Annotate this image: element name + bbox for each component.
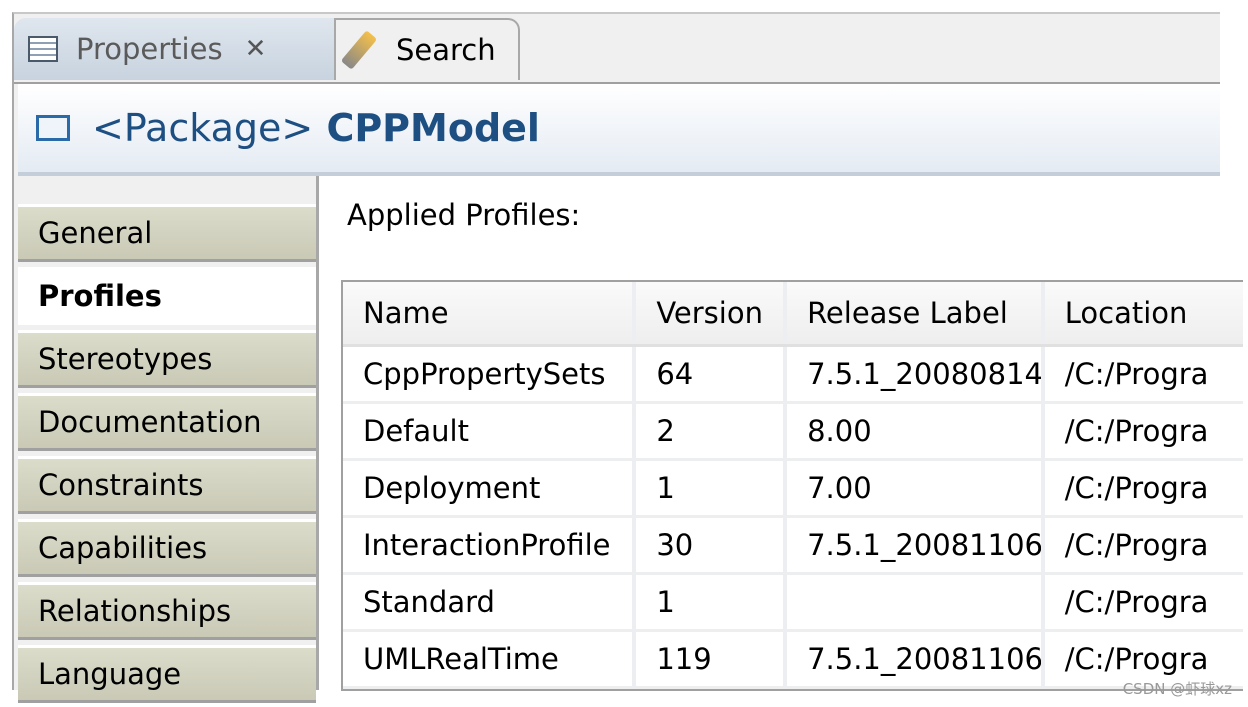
table-row[interactable]: InteractionProfile 30 7.5.1_20081106/C:/Pr… — [343, 518, 1243, 575]
cell-name: UMLRealTime — [343, 632, 637, 686]
sidebar-item-label: Constraints — [38, 468, 204, 502]
cell-version: 119 — [636, 632, 788, 686]
sidebar-item-profiles[interactable]: Profiles — [18, 267, 316, 325]
sidebar-item-label: Language — [38, 657, 182, 691]
column-header-version[interactable]: Version — [636, 282, 788, 344]
cell-name: Default — [343, 404, 637, 458]
sidebar-item-label: Stereotypes — [38, 342, 213, 376]
sidebar-item-label: Documentation — [38, 405, 262, 439]
cell-version: 1 — [636, 575, 788, 629]
table-row[interactable]: UMLRealTime 119 7.5.1_20081106/C:/Progra — [343, 632, 1243, 689]
cell-release-label: 7.5.1_20081106 — [787, 518, 1045, 572]
profiles-panel: Applied Profiles: Name Version Release L… — [319, 176, 1243, 691]
tab-label: Search — [396, 33, 496, 67]
applied-profiles-table[interactable]: Name Version Release Label Location CppP… — [341, 280, 1243, 691]
cell-name: InteractionProfile — [343, 518, 637, 572]
cell-name: CppPropertySets — [343, 347, 637, 401]
cell-location: /C:/Progra — [1064, 471, 1209, 505]
sidebar-item-label: Profiles — [38, 279, 162, 313]
folder-icon — [36, 115, 70, 141]
cell-version: 1 — [636, 461, 788, 515]
sidebar-item-documentation[interactable]: Documentation — [18, 393, 316, 451]
column-header-location[interactable]: Location — [1045, 282, 1243, 344]
sidebar-item-language[interactable]: Language — [18, 645, 316, 703]
cell-release-label: 7.5.1_20081106 — [787, 632, 1045, 686]
sidebar-item-general[interactable]: General — [18, 204, 316, 262]
cell-release-label: 8.00 — [787, 404, 1045, 458]
cell-location: /C:/Progra — [1064, 528, 1209, 562]
section-label: Applied Profiles: — [347, 198, 581, 232]
column-header-name[interactable]: Name — [343, 282, 637, 344]
page-title: <Package> CPPModel — [92, 106, 540, 150]
sidebar-item-capabilities[interactable]: Capabilities — [18, 519, 316, 577]
table-row[interactable]: Standard 1/C:/Progra — [343, 575, 1243, 632]
column-header-release-label[interactable]: Release Label — [787, 282, 1045, 344]
table-header: Name Version Release Label Location — [343, 282, 1243, 347]
sidebar-item-relationships[interactable]: Relationships — [18, 582, 316, 640]
element-type: <Package> — [92, 106, 314, 150]
cell-location: /C:/Progra — [1064, 357, 1209, 391]
watermark: CSDN @虾球xz — [1122, 680, 1232, 698]
close-icon[interactable]: ✕ — [245, 34, 267, 64]
cell-release-label: 7.5.1_20080814 — [787, 347, 1045, 401]
cell-location: /C:/Progra — [1064, 414, 1209, 448]
page-title-bar: <Package> CPPModel — [18, 84, 1220, 176]
cell-version: 2 — [636, 404, 788, 458]
search-flashlight-icon — [340, 30, 378, 70]
cell-location: /C:/Progra — [1064, 585, 1209, 619]
cell-release-label: 7.00 — [787, 461, 1045, 515]
sidebar-item-label: Relationships — [38, 594, 232, 628]
properties-view: Search Properties ✕ <Package> CPPModel G… — [12, 12, 1243, 703]
sidebar-item-label: General — [38, 216, 153, 250]
properties-table-icon — [28, 36, 58, 62]
sidebar-item-stereotypes[interactable]: Stereotypes — [18, 330, 316, 388]
sidebar: General Profiles Stereotypes Documentati… — [18, 176, 319, 703]
tab-search[interactable]: Search — [334, 18, 520, 80]
sidebar-item-constraints[interactable]: Constraints — [18, 456, 316, 514]
cell-release-label — [787, 575, 1045, 629]
table-row[interactable]: Deployment 1 7.00/C:/Progra — [343, 461, 1243, 518]
table-row[interactable]: Default 2 8.00/C:/Progra — [343, 404, 1243, 461]
table-row[interactable]: CppPropertySets 64 7.5.1_20080814/C:/Progr… — [343, 347, 1243, 404]
tab-properties[interactable]: Properties ✕ — [14, 18, 334, 80]
cell-version: 30 — [636, 518, 788, 572]
cell-name: Standard — [343, 575, 637, 629]
element-name: CPPModel — [326, 106, 540, 150]
cell-name: Deployment — [343, 461, 637, 515]
sidebar-item-label: Capabilities — [38, 531, 208, 565]
tab-bar: Search Properties ✕ — [14, 14, 1220, 84]
tab-label: Properties — [76, 32, 223, 66]
cell-version: 64 — [636, 347, 788, 401]
